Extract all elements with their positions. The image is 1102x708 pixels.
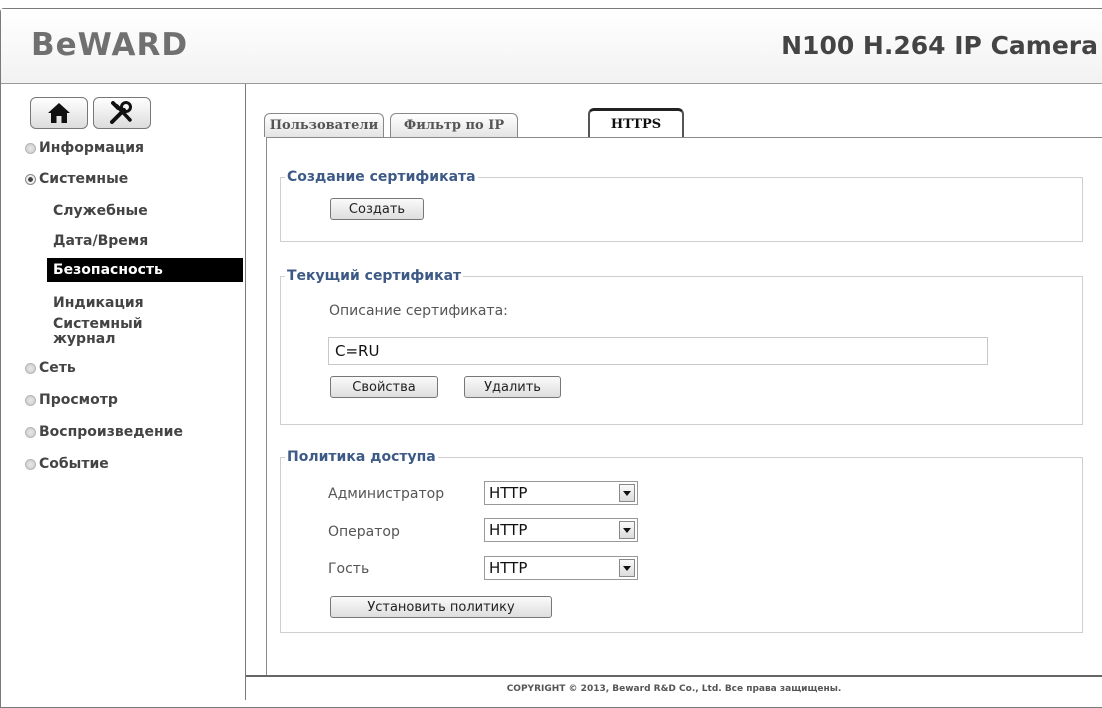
current-cert-legend: Текущий сертификат bbox=[287, 268, 462, 284]
delete-button[interactable]: Удалить bbox=[464, 376, 561, 398]
dropdown-arrow-icon bbox=[619, 521, 635, 539]
nav-item-network[interactable]: Сеть bbox=[25, 360, 76, 376]
access-policy-legend: Политика доступа bbox=[287, 449, 436, 465]
nav-label: Просмотр bbox=[39, 392, 118, 408]
create-button[interactable]: Создать bbox=[330, 198, 424, 220]
properties-button[interactable]: Свойства bbox=[330, 376, 438, 398]
main-content: Пользователи Фильтр по IP HTTPS Создание… bbox=[246, 84, 1102, 677]
radio-icon bbox=[25, 394, 36, 406]
subnav-item-security[interactable]: Безопасность bbox=[47, 258, 243, 282]
create-cert-legend: Создание сертификата bbox=[287, 169, 476, 185]
subnav-item-syslog[interactable]: Системный журнал bbox=[53, 317, 193, 347]
nav-item-playback[interactable]: Воспроизведение bbox=[25, 424, 183, 440]
operator-policy-select[interactable]: HTTP bbox=[484, 518, 638, 542]
tab-users[interactable]: Пользователи bbox=[264, 113, 384, 137]
cert-description-field[interactable]: C=RU bbox=[328, 337, 988, 365]
select-value: HTTP bbox=[489, 559, 528, 577]
copyright-footer: COPYRIGHT © 2013, Beward R&D Co., Ltd. В… bbox=[246, 675, 1102, 702]
radio-icon bbox=[25, 142, 36, 154]
sidebar: Информация Системные Служебные Дата/Врем… bbox=[1, 84, 246, 700]
dropdown-arrow-icon bbox=[619, 559, 635, 577]
radio-icon bbox=[25, 426, 36, 438]
operator-label: Оператор bbox=[328, 524, 400, 540]
tab-https[interactable]: HTTPS bbox=[588, 108, 684, 138]
settings-button[interactable] bbox=[93, 97, 151, 129]
radio-icon bbox=[25, 458, 36, 470]
dropdown-arrow-icon bbox=[619, 484, 635, 502]
admin-policy-select[interactable]: HTTP bbox=[484, 481, 638, 505]
guest-label: Гость bbox=[328, 561, 370, 577]
nav-item-info[interactable]: Информация bbox=[25, 140, 144, 156]
nav-label: Системные bbox=[39, 171, 129, 187]
nav-item-view[interactable]: Просмотр bbox=[25, 392, 118, 408]
camera-model-title: N100 H.264 IP Camera bbox=[781, 31, 1098, 60]
admin-label: Администратор bbox=[328, 486, 445, 502]
nav-label: Воспроизведение bbox=[39, 424, 183, 440]
apply-policy-button[interactable]: Установить политику bbox=[330, 596, 552, 618]
select-value: HTTP bbox=[489, 484, 528, 502]
nav-label: Сеть bbox=[39, 360, 76, 376]
home-icon bbox=[48, 103, 70, 123]
radio-selected-icon bbox=[25, 173, 36, 185]
https-panel: Создание сертификата Создать Текущий сер… bbox=[266, 137, 1102, 677]
guest-policy-select[interactable]: HTTP bbox=[484, 556, 638, 580]
select-value: HTTP bbox=[489, 521, 528, 539]
radio-icon bbox=[25, 362, 36, 374]
subnav-item-service[interactable]: Служебные bbox=[53, 203, 148, 219]
subnav-item-indication[interactable]: Индикация bbox=[53, 295, 144, 311]
nav-item-system[interactable]: Системные bbox=[25, 171, 128, 187]
header: BeWARD N100 H.264 IP Camera bbox=[1, 9, 1102, 84]
nav-label: Событие bbox=[39, 456, 109, 472]
nav-item-event[interactable]: Событие bbox=[25, 456, 109, 472]
beward-logo: BeWARD bbox=[31, 27, 189, 63]
cert-description-label: Описание сертификата: bbox=[329, 303, 508, 319]
tab-ip-filter[interactable]: Фильтр по IP bbox=[390, 113, 518, 137]
nav-label: Информация bbox=[39, 140, 144, 156]
subnav-item-datetime[interactable]: Дата/Время bbox=[53, 233, 148, 249]
tools-icon bbox=[110, 101, 132, 124]
home-button[interactable] bbox=[30, 97, 88, 129]
